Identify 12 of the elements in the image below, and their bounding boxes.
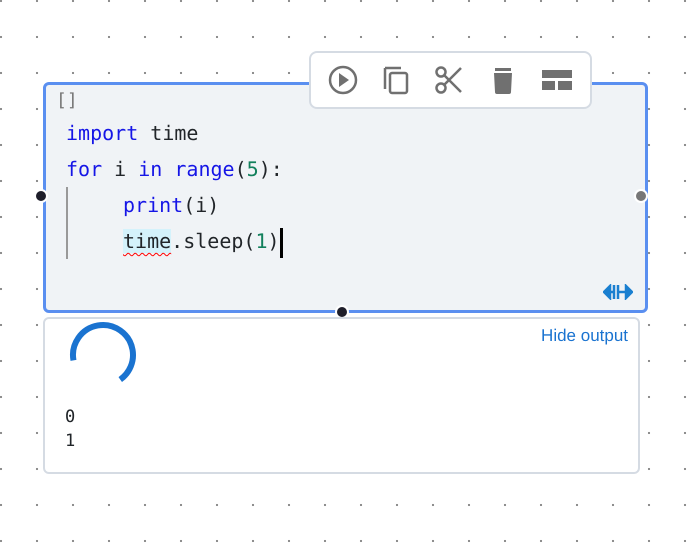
execution-prompt: []	[56, 89, 78, 113]
output-line: 1	[65, 430, 76, 453]
code-line: import time	[66, 120, 198, 147]
connection-handle[interactable]	[34, 189, 48, 203]
code-line: print(i)	[123, 192, 220, 219]
hide-output-link[interactable]: Hide output	[541, 323, 628, 348]
resize-icon[interactable]	[603, 284, 633, 300]
code-cell[interactable]: [] import time for i in range(5): print(i) time.sleep(1)	[43, 82, 648, 313]
code-line: for i in range(5):	[66, 156, 283, 183]
play-icon	[328, 65, 360, 95]
output-line: 0	[65, 406, 76, 429]
code-line: time.sleep(1)	[123, 223, 283, 259]
